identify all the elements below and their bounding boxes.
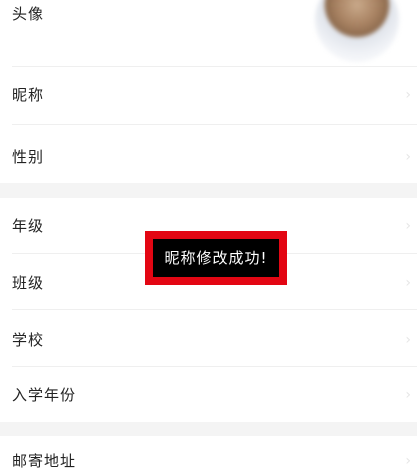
school-label: 学校 xyxy=(12,331,45,349)
avatar-row[interactable]: 头像 xyxy=(0,0,417,66)
avatar-label: 头像 xyxy=(12,5,45,23)
avatar[interactable] xyxy=(315,0,399,62)
chevron-right-icon: › xyxy=(405,453,411,469)
mailing-address-label: 邮寄地址 xyxy=(12,452,77,470)
nickname-label: 昵称 xyxy=(12,86,45,104)
toast-highlight-frame: 昵称修改成功! xyxy=(145,231,287,285)
toast-message: 昵称修改成功! xyxy=(153,239,279,277)
chevron-right-icon: › xyxy=(405,275,411,291)
enrollment-year-row[interactable]: 入学年份 › xyxy=(0,367,417,422)
profile-settings-page: 头像 昵称 › 性别 › 年级 › 班级 › 学校 › 入学年份 › 邮寄地址 … xyxy=(0,0,417,475)
gender-label: 性别 xyxy=(12,148,45,166)
enrollment-year-label: 入学年份 xyxy=(12,386,77,404)
chevron-right-icon: › xyxy=(405,218,411,234)
grade-label: 年级 xyxy=(12,217,45,235)
gender-row[interactable]: 性别 › xyxy=(0,125,417,183)
mailing-address-row[interactable]: 邮寄地址 › xyxy=(0,436,417,475)
section-gap xyxy=(0,183,417,198)
chevron-right-icon: › xyxy=(405,87,411,103)
nickname-row[interactable]: 昵称 › xyxy=(0,67,417,124)
profile-section: 头像 昵称 › 性别 › xyxy=(0,0,417,183)
school-row[interactable]: 学校 › xyxy=(0,310,417,366)
contact-section: 邮寄地址 › xyxy=(0,436,417,475)
chevron-right-icon: › xyxy=(405,387,411,403)
chevron-right-icon: › xyxy=(405,332,411,348)
class-label: 班级 xyxy=(12,274,45,292)
chevron-right-icon: › xyxy=(405,149,411,165)
section-gap xyxy=(0,422,417,436)
